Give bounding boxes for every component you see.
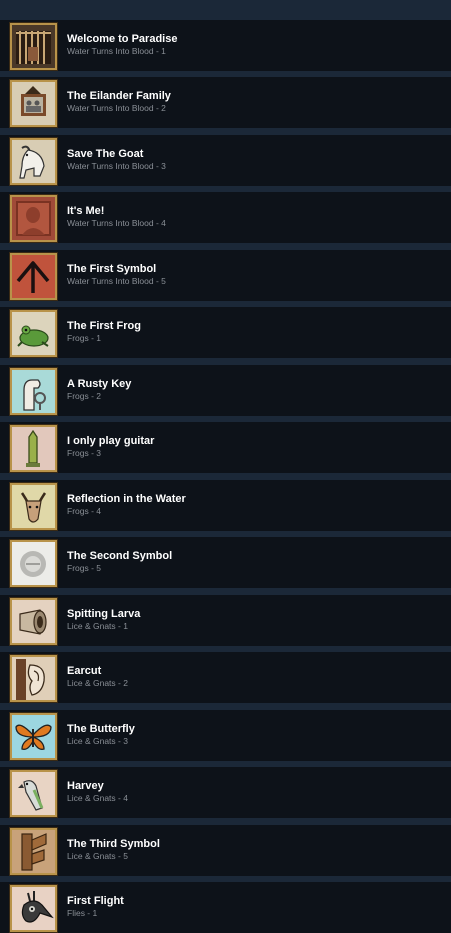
achievement-subtitle: Water Turns Into Blood - 5 [67,276,166,286]
achievement-subtitle: Frogs - 4 [67,506,102,516]
frog-icon [10,310,57,357]
obelisk-icon [10,425,57,472]
achievement-row[interactable]: It's Me! Water Turns Into Blood - 4 [0,192,451,243]
achievement-subtitle: Water Turns Into Blood - 4 [67,218,166,228]
achievement-subtitle: Frogs - 3 [67,448,102,458]
achievement-title: Harvey [67,780,104,792]
bird-mask-icon [10,885,57,932]
butterfly-icon [10,713,57,760]
achievement-title: The Butterfly [67,723,135,735]
achievement-subtitle: Water Turns Into Blood - 3 [67,161,166,171]
achievement-row[interactable]: The First Frog Frogs - 1 [0,307,451,358]
cage-icon [10,23,57,70]
achievement-title: Spitting Larva [67,608,141,620]
achievement-subtitle: Water Turns Into Blood - 2 [67,103,166,113]
achievement-subtitle: Lice & Gnats - 3 [67,736,128,746]
eye-symbol-icon [10,540,57,587]
achievement-subtitle: Lice & Gnats - 4 [67,793,128,803]
achievement-subtitle: Frogs - 5 [67,563,102,573]
achievement-row[interactable]: Harvey Lice & Gnats - 4 [0,767,451,818]
achievement-row[interactable]: Welcome to Paradise Water Turns Into Blo… [0,20,451,71]
achievement-row[interactable]: The Second Symbol Frogs - 5 [0,537,451,588]
achievement-subtitle: Lice & Gnats - 2 [67,678,128,688]
achievement-title: Welcome to Paradise [67,33,178,45]
goat-icon [10,138,57,185]
achievement-row[interactable]: The Butterfly Lice & Gnats - 3 [0,710,451,761]
achievement-title: The First Frog [67,320,141,332]
achievement-subtitle: Frogs - 1 [67,333,102,343]
achievement-row[interactable]: A Rusty Key Frogs - 2 [0,365,451,416]
achievement-title: The First Symbol [67,263,157,275]
achievement-row[interactable]: The Third Symbol Lice & Gnats - 5 [0,825,451,876]
achievement-title: First Flight [67,895,124,907]
ear-icon [10,655,57,702]
achievement-row[interactable]: Earcut Lice & Gnats - 2 [0,652,451,703]
achievement-title: The Eilander Family [67,90,171,102]
larva-icon [10,598,57,645]
achievement-title: Reflection in the Water [67,493,186,505]
achievement-row[interactable]: Spitting Larva Lice & Gnats - 1 [0,595,451,646]
achievement-subtitle: Water Turns Into Blood - 1 [67,46,166,56]
achievement-row[interactable]: I only play guitar Frogs - 3 [0,422,451,473]
achievement-subtitle: Flies - 1 [67,908,98,918]
achievement-row[interactable]: The First Symbol Water Turns Into Blood … [0,250,451,301]
achievement-title: A Rusty Key [67,378,132,390]
achievement-title: I only play guitar [67,435,155,447]
achievement-row[interactable]: Reflection in the Water Frogs - 4 [0,480,451,531]
achievement-row[interactable]: First Flight Flies - 1 [0,882,451,933]
achievement-title: Save The Goat [67,148,144,160]
wood-symbol-icon [10,828,57,875]
achievement-subtitle: Lice & Gnats - 1 [67,621,128,631]
achievement-title: Earcut [67,665,102,677]
achievement-subtitle: Lice & Gnats - 5 [67,851,128,861]
family-portrait-icon [10,80,57,127]
hand-key-icon [10,368,57,415]
parrot-icon [10,770,57,817]
achievement-subtitle: Frogs - 2 [67,391,102,401]
achievement-row[interactable]: The Eilander Family Water Turns Into Blo… [0,77,451,128]
achievement-title: The Second Symbol [67,550,173,562]
achievement-title: The Third Symbol [67,838,160,850]
achievement-row[interactable]: Save The Goat Water Turns Into Blood - 3 [0,135,451,186]
achievement-title: It's Me! [67,205,105,217]
symbol-icon [10,253,57,300]
portrait-icon [10,195,57,242]
goat-head-icon [10,483,57,530]
